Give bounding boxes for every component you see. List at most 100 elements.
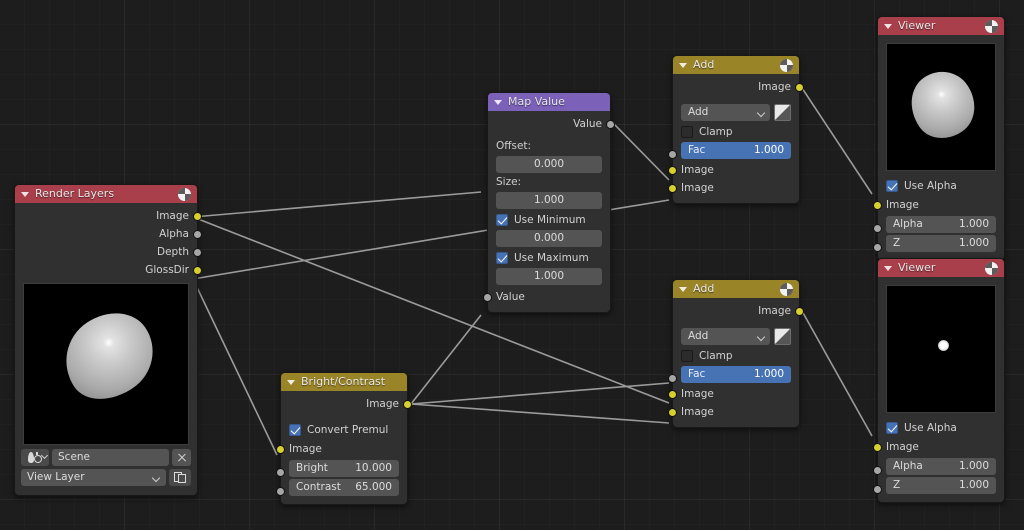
socket-bright-in[interactable] xyxy=(276,468,285,477)
collapse-triangle-icon[interactable] xyxy=(287,380,295,385)
socket-image-in[interactable] xyxy=(873,443,882,452)
input-socket-row-image[interactable]: Image xyxy=(281,440,407,458)
alpha-field[interactable]: Alpha 1.000 xyxy=(886,458,996,475)
convert-premul-row[interactable]: Convert Premul xyxy=(289,422,399,437)
blend-image-icon[interactable] xyxy=(774,104,791,121)
scene-selector-row[interactable]: Scene xyxy=(21,449,191,466)
socket-fac-in[interactable] xyxy=(668,150,677,159)
convert-premul-checkbox[interactable] xyxy=(289,424,301,436)
node-link[interactable] xyxy=(411,383,669,404)
close-icon[interactable] xyxy=(172,449,191,466)
output-socket-row-image[interactable]: Image xyxy=(15,207,197,225)
input-socket-row-value[interactable]: Value xyxy=(488,288,610,306)
output-socket-row-image[interactable]: Image xyxy=(673,302,799,320)
clamp-checkbox[interactable] xyxy=(681,126,693,138)
output-socket-row-glossdir[interactable]: GlossDir xyxy=(15,261,197,279)
node-link[interactable] xyxy=(193,192,481,217)
collapse-triangle-icon[interactable] xyxy=(679,287,687,292)
socket-depth-out[interactable] xyxy=(193,248,202,257)
input-socket-row-image[interactable]: Image xyxy=(878,196,1004,214)
scene-name-field[interactable]: Scene xyxy=(52,449,169,466)
input-socket-row-image-1[interactable]: Image xyxy=(673,161,799,179)
blend-mode-dropdown[interactable]: Add xyxy=(681,104,770,121)
use-alpha-row[interactable]: Use Alpha xyxy=(886,420,996,435)
socket-image-out[interactable] xyxy=(193,212,202,221)
alpha-field[interactable]: Alpha 1.000 xyxy=(886,216,996,233)
node-header-bright-contrast[interactable]: Bright/Contrast xyxy=(281,373,407,391)
node-header-map-value[interactable]: Map Value xyxy=(488,93,610,111)
scene-browse-icon[interactable] xyxy=(21,449,49,466)
node-editor-canvas[interactable]: Render Layers Image Alpha Depth GlossDir xyxy=(0,0,1024,530)
blend-mode-row[interactable]: Add xyxy=(681,328,791,345)
maximum-value-field[interactable]: 1.000 xyxy=(496,268,602,285)
blend-image-icon[interactable] xyxy=(774,328,791,345)
node-header-viewer-bottom[interactable]: Viewer xyxy=(878,259,1004,277)
use-minimum-checkbox[interactable] xyxy=(496,214,508,226)
socket-image-in-1[interactable] xyxy=(668,390,677,399)
input-socket-row-image[interactable]: Image xyxy=(878,438,1004,456)
node-viewer-bottom[interactable]: Viewer Use Alpha Image Alpha 1.000 xyxy=(877,258,1005,503)
output-socket-row-depth[interactable]: Depth xyxy=(15,243,197,261)
copy-icon[interactable] xyxy=(169,469,191,486)
socket-image-in[interactable] xyxy=(873,201,882,210)
socket-value-out[interactable] xyxy=(606,120,615,129)
node-header-viewer-top[interactable]: Viewer xyxy=(878,17,1004,35)
use-alpha-checkbox[interactable] xyxy=(886,422,898,434)
socket-alpha-in[interactable] xyxy=(873,224,882,233)
contrast-field[interactable]: Contrast 65.000 xyxy=(289,479,399,496)
size-value-field[interactable]: 1.000 xyxy=(496,192,602,209)
input-socket-row-image-2[interactable]: Image xyxy=(673,179,799,197)
node-link[interactable] xyxy=(802,311,872,436)
node-bright-contrast[interactable]: Bright/Contrast Image Convert Premul Ima… xyxy=(280,372,408,505)
socket-image-in[interactable] xyxy=(276,445,285,454)
z-field[interactable]: Z 1.000 xyxy=(886,235,996,252)
bright-field[interactable]: Bright 10.000 xyxy=(289,460,399,477)
node-link[interactable] xyxy=(614,124,669,180)
output-socket-row-alpha[interactable]: Alpha xyxy=(15,225,197,243)
collapse-triangle-icon[interactable] xyxy=(679,63,687,68)
blend-mode-dropdown[interactable]: Add xyxy=(681,328,770,345)
socket-fac-in[interactable] xyxy=(668,374,677,383)
use-alpha-checkbox[interactable] xyxy=(886,180,898,192)
node-map-value[interactable]: Map Value Value Offset: 0.000 Size: 1.00… xyxy=(487,92,611,313)
clamp-row[interactable]: Clamp xyxy=(681,348,791,363)
socket-image-out[interactable] xyxy=(795,307,804,316)
output-socket-row-image[interactable]: Image xyxy=(281,395,407,413)
socket-contrast-in[interactable] xyxy=(276,487,285,496)
node-viewer-top[interactable]: Viewer Use Alpha Image Alpha 1.000 xyxy=(877,16,1005,261)
collapse-triangle-icon[interactable] xyxy=(494,100,502,105)
use-maximum-checkbox[interactable] xyxy=(496,252,508,264)
node-add-top[interactable]: Add Image Add Clamp Fac 1.000 xyxy=(672,55,800,204)
socket-z-in[interactable] xyxy=(873,485,882,494)
node-link[interactable] xyxy=(193,279,277,455)
blend-mode-row[interactable]: Add xyxy=(681,104,791,121)
input-socket-row-image-1[interactable]: Image xyxy=(673,385,799,403)
collapse-triangle-icon[interactable] xyxy=(884,266,892,271)
minimum-value-field[interactable]: 0.000 xyxy=(496,230,602,247)
clamp-row[interactable]: Clamp xyxy=(681,124,791,139)
fac-slider[interactable]: Fac 1.000 xyxy=(681,366,791,383)
socket-image-in-1[interactable] xyxy=(668,166,677,175)
input-socket-row-image-2[interactable]: Image xyxy=(673,403,799,421)
clamp-checkbox[interactable] xyxy=(681,350,693,362)
output-socket-row-value[interactable]: Value xyxy=(488,115,610,133)
fac-slider[interactable]: Fac 1.000 xyxy=(681,142,791,159)
view-layer-selector-row[interactable]: View Layer xyxy=(21,469,191,486)
socket-image-out[interactable] xyxy=(403,400,412,409)
z-field[interactable]: Z 1.000 xyxy=(886,477,996,494)
socket-image-in-2[interactable] xyxy=(668,408,677,417)
node-link[interactable] xyxy=(802,88,872,194)
use-minimum-row[interactable]: Use Minimum xyxy=(496,212,602,227)
use-alpha-row[interactable]: Use Alpha xyxy=(886,178,996,193)
node-link[interactable] xyxy=(411,404,669,423)
collapse-triangle-icon[interactable] xyxy=(884,24,892,29)
node-header-add-bottom[interactable]: Add xyxy=(673,280,799,298)
socket-z-in[interactable] xyxy=(873,243,882,252)
socket-value-in[interactable] xyxy=(483,293,492,302)
socket-image-in-2[interactable] xyxy=(668,184,677,193)
node-header-add-top[interactable]: Add xyxy=(673,56,799,74)
node-header-render-layers[interactable]: Render Layers xyxy=(15,185,197,203)
socket-alpha-out[interactable] xyxy=(193,230,202,239)
node-render-layers[interactable]: Render Layers Image Alpha Depth GlossDir xyxy=(14,184,198,496)
output-socket-row-image[interactable]: Image xyxy=(673,78,799,96)
